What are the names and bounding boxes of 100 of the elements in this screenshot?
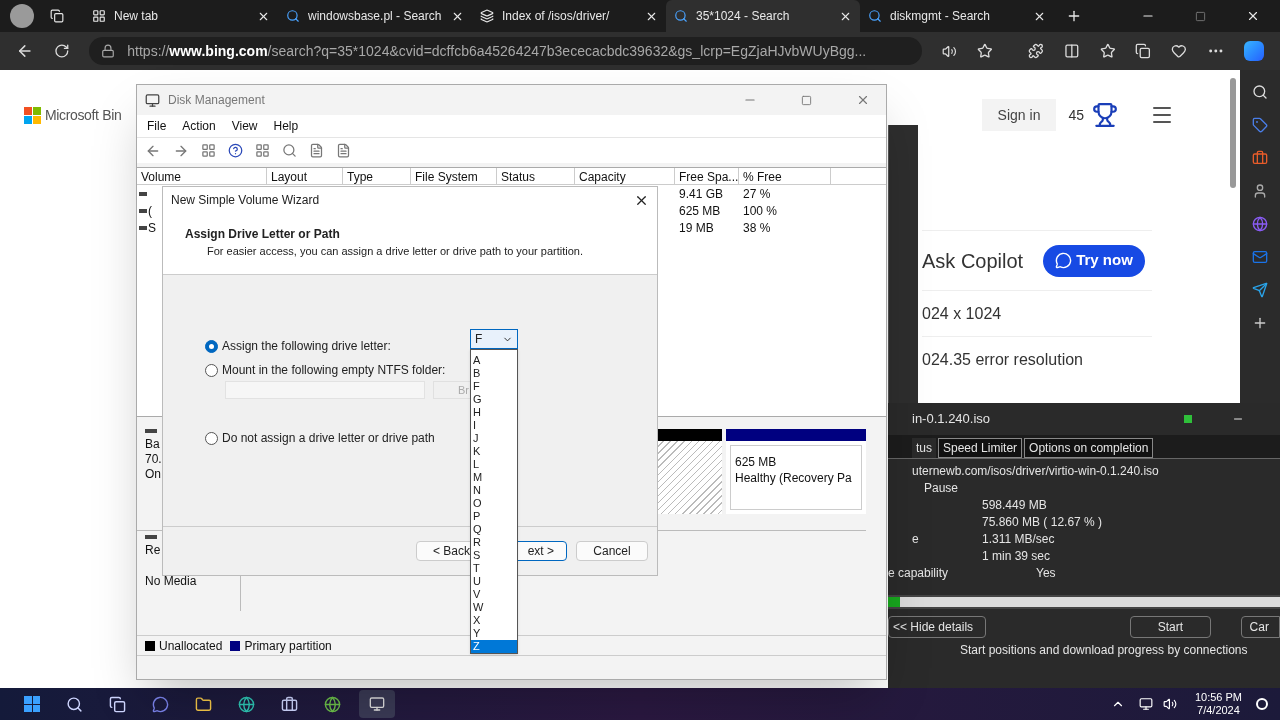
drive-letter-option[interactable]: Y [471, 627, 517, 640]
drive-letter-option[interactable]: P [471, 510, 517, 523]
cancel-button[interactable]: Cancel [576, 541, 648, 561]
read-aloud-icon[interactable] [942, 43, 957, 59]
browser-tab[interactable]: 35*1024 - Search [666, 0, 860, 32]
collections-icon[interactable] [1135, 43, 1152, 59]
tab-actions-icon[interactable] [50, 9, 64, 23]
download-tab[interactable]: Options on completion [1024, 438, 1154, 458]
try-now-button[interactable]: Try now [1043, 244, 1145, 277]
drive-letter-option[interactable]: J [471, 432, 517, 445]
column-header[interactable]: Layout [267, 168, 343, 184]
radio-option[interactable]: Assign the following drive letter: [205, 337, 391, 355]
drive-letter-option[interactable]: F [471, 380, 517, 393]
radio-option[interactable]: Mount in the following empty NTFS folder: [205, 361, 446, 379]
copilot-icon[interactable] [1244, 41, 1265, 61]
column-header[interactable]: File System [411, 168, 497, 184]
drive-letter-option[interactable]: X [471, 614, 517, 627]
sign-in-button[interactable]: Sign in [981, 99, 1057, 131]
globe-icon[interactable] [1252, 216, 1268, 232]
drive-letter-option[interactable]: M [471, 471, 517, 484]
partition-status: Healthy (Recovery Pa [735, 470, 853, 486]
start-button[interactable]: Start [1130, 616, 1211, 638]
help-icon[interactable] [228, 143, 243, 158]
related-search[interactable]: 024.35 error resolution [922, 336, 1152, 382]
rewards-icon[interactable] [1092, 102, 1118, 128]
properties-icon[interactable] [336, 143, 351, 158]
taskbar-app-button[interactable] [359, 690, 395, 718]
drive-letter-option[interactable]: T [471, 562, 517, 575]
column-header[interactable]: Status [497, 168, 575, 184]
radio-button[interactable] [205, 431, 218, 445]
favorites-icon[interactable] [1099, 43, 1116, 59]
briefcase-icon[interactable] [1252, 150, 1268, 166]
address-bar[interactable]: https://www.bing.com/search?q=35*1024&cvid=dcffcb6a45264247b3ececacbdc39632&gs_lcrp=EgZjaHJvbWUyBgg... [89, 37, 923, 65]
drive-letter-option[interactable]: N [471, 484, 517, 497]
radio-button[interactable] [205, 339, 218, 353]
network-icon[interactable] [1138, 697, 1153, 711]
tag-icon[interactable] [1252, 117, 1268, 133]
drive-letter-select[interactable]: F [470, 329, 518, 349]
menu-item[interactable]: File [147, 117, 167, 135]
cancel-button[interactable]: Car [1240, 616, 1280, 638]
menu-item[interactable]: View [231, 117, 258, 135]
add-icon[interactable] [1252, 315, 1268, 331]
drive-letter-option[interactable]: G [471, 393, 517, 406]
split-screen-icon[interactable] [1064, 43, 1080, 59]
column-header[interactable]: Free Spa... [675, 168, 739, 184]
radio-option[interactable]: Do not assign a drive letter or drive path [205, 429, 435, 447]
hide-details-button[interactable]: << Hide details [888, 616, 987, 638]
maximize-icon[interactable] [801, 94, 812, 106]
notification-icon[interactable] [1256, 698, 1268, 710]
drive-letter-option[interactable]: U [471, 575, 517, 588]
browser-tab[interactable]: windowsbase.pl - Search [278, 0, 472, 32]
drive-letter-option[interactable]: B [471, 367, 517, 380]
drive-letter-option[interactable]: H [471, 406, 517, 419]
rewards-points: 45 [1068, 105, 1084, 125]
browser-icon[interactable] [238, 695, 255, 713]
bing-logo-text[interactable]: Microsoft Bin [45, 104, 122, 126]
mail-icon[interactable] [1252, 249, 1268, 265]
folder-icon[interactable] [195, 695, 212, 713]
new-tab-icon[interactable] [1066, 8, 1082, 24]
drive-letter-option[interactable]: L [471, 458, 517, 471]
drive-letter-option[interactable]: K [471, 445, 517, 458]
column-header[interactable]: Capacity [575, 168, 675, 184]
radio-button[interactable] [205, 363, 218, 377]
browser-tab[interactable]: Index of /isos/driver/ [472, 0, 666, 32]
back-icon[interactable] [16, 42, 34, 60]
menu-item[interactable]: Action [182, 117, 216, 135]
download-tab[interactable]: tus [912, 438, 936, 458]
health-icon[interactable] [1171, 43, 1187, 59]
drive-letter-option[interactable]: O [471, 497, 517, 510]
search-icon[interactable] [66, 695, 83, 713]
send-icon[interactable] [1252, 282, 1268, 298]
profile-avatar[interactable] [10, 4, 34, 28]
related-search[interactable]: 024 x 1024 [922, 290, 1152, 336]
drive-letter-option[interactable]: V [471, 588, 517, 601]
drive-letter-option[interactable]: A [471, 354, 517, 367]
clock-time[interactable]: 10:56 PM [1194, 691, 1242, 704]
drive-letter-option[interactable]: Q [471, 523, 517, 536]
browser-tab[interactable]: New tab [84, 0, 278, 32]
drive-letter-option[interactable]: Z [471, 640, 517, 653]
search-icon[interactable] [1252, 84, 1268, 100]
person-icon[interactable] [1252, 183, 1268, 199]
reload-icon[interactable] [53, 43, 70, 59]
volume-icon[interactable] [1162, 697, 1177, 711]
download-tab[interactable]: Speed Limiter [938, 438, 1023, 458]
column-header[interactable]: Volume [137, 168, 267, 184]
drive-letter-option[interactable]: I [471, 419, 517, 432]
favorite-icon[interactable] [976, 43, 993, 59]
clock-date[interactable]: 7/4/2024 [1197, 704, 1240, 717]
extensions-icon[interactable] [1028, 43, 1045, 59]
column-header[interactable]: Type [343, 168, 411, 184]
browser-tab[interactable]: diskmgmt - Search [860, 0, 1054, 32]
chat-icon[interactable] [152, 695, 169, 713]
task-view-icon[interactable] [109, 695, 126, 713]
menu-item[interactable]: Help [273, 117, 299, 135]
start-icon[interactable] [24, 696, 40, 712]
close-icon[interactable] [1246, 9, 1260, 23]
drive-letter-option[interactable]: W [471, 601, 517, 614]
restore-icon[interactable] [1195, 10, 1206, 22]
column-header[interactable]: % Free [739, 168, 831, 184]
scrollbar-thumb[interactable] [1230, 78, 1236, 188]
